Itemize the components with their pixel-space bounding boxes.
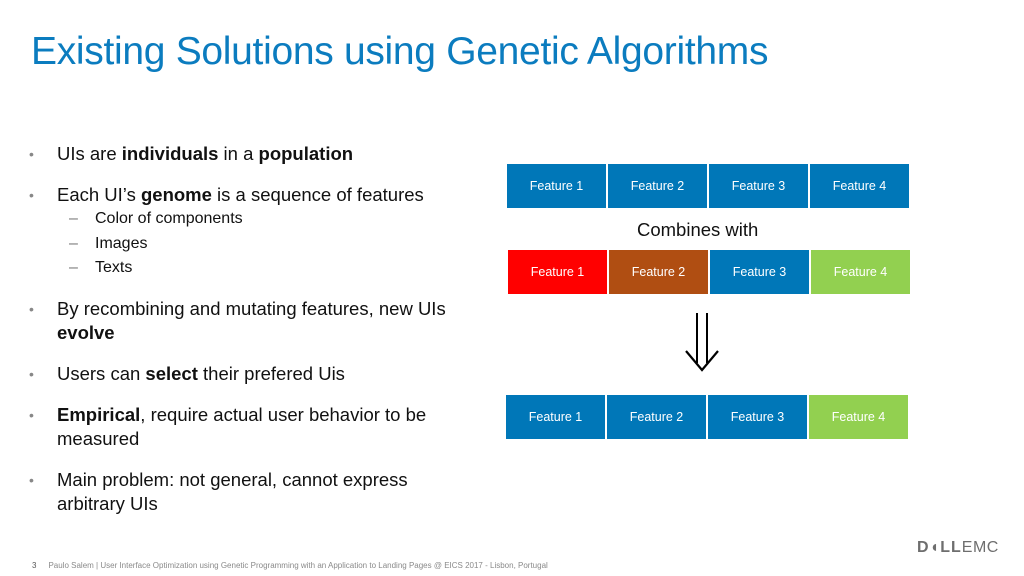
genome-parent-a: Feature 1 Feature 2 Feature 3 Feature 4 [507,164,911,208]
bullet-item: • Main problem: not general, cannot expr… [29,468,408,514]
bullet-item: • By recombining and mutating features, … [29,297,446,343]
bullet-icon: • [29,146,34,162]
genome-parent-b: Feature 1 Feature 2 Feature 3 Feature 4 [508,250,912,294]
slide-title: Existing Solutions using Genetic Algorit… [31,30,769,73]
sub-item: – Color of components [29,207,469,232]
dash-icon: – [69,234,78,252]
feature-cell: Feature 4 [811,250,910,294]
dash-icon: – [69,210,78,227]
combines-label: Combines with [637,219,759,240]
bullet-item: • Empirical, require actual user behavio… [29,403,427,449]
feature-cell: Feature 3 [708,395,807,439]
feature-cell: Feature 2 [609,250,708,294]
footer: 3 Paulo Salem | User Interface Optimizati… [32,561,548,570]
feature-cell: Feature 2 [608,164,707,208]
bullet-icon: • [29,365,34,382]
feature-cell: Feature 1 [507,164,606,208]
double-down-arrow-icon [685,313,719,372]
sub-item: – Texts [29,256,469,281]
bullet-item: • UIs are individuals in a population [29,143,354,164]
bullet-item: • Each UI’s genome is a sequence of feat… [29,184,424,205]
bullet-icon: • [29,471,34,488]
bullet-list: • UIs are individuals in a population • … [29,142,469,516]
feature-cell: Feature 3 [709,164,808,208]
footer-text: Paulo Salem | User Interface Optimizatio… [48,561,548,570]
bullet-icon: • [29,300,34,317]
feature-cell: Feature 1 [506,395,605,439]
page-number: 3 [32,561,37,570]
bullet-icon: • [29,187,34,203]
dash-icon: – [69,259,78,276]
bullet-item: • Users can select their prefered Uis [29,362,345,384]
logo-dell: D◖LL [917,539,962,556]
bullet-icon: • [29,406,34,423]
feature-cell: Feature 4 [810,164,909,208]
dell-emc-logo: D◖LLEMC [917,539,999,557]
logo-emc: EMC [961,539,999,556]
sub-item: – Images [29,232,469,257]
genome-child: Feature 1 Feature 2 Feature 3 Feature 4 [506,395,910,439]
feature-cell: Feature 4 [809,395,908,439]
feature-cell: Feature 1 [508,250,607,294]
feature-cell: Feature 3 [710,250,809,294]
feature-cell: Feature 2 [607,395,706,439]
